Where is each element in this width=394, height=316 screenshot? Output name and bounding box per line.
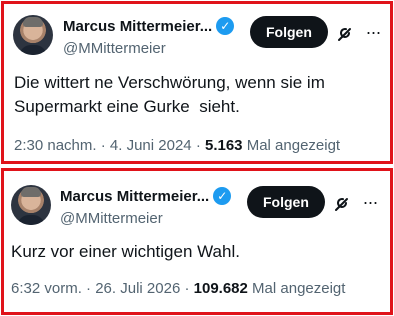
author-display-name[interactable]: Marcus Mittermeier...: [60, 188, 209, 205]
more-icon[interactable]: ···: [360, 192, 380, 212]
views-label: Mal angezeigt: [252, 280, 346, 297]
tweet-meta: 2:30 nachm. · 4. Juni 2024 · 5.163 Mal a…: [14, 137, 340, 154]
tweet-date[interactable]: 26. Juli 2026: [95, 280, 180, 297]
avatar[interactable]: [11, 185, 51, 225]
views-count[interactable]: 109.682: [194, 280, 248, 297]
meta-separator: ·: [100, 137, 106, 154]
grok-icon[interactable]: [333, 193, 353, 213]
meta-separator: ·: [86, 280, 92, 297]
tweet-date[interactable]: 4. Juni 2024: [110, 137, 192, 154]
verified-badge-icon: ✓: [216, 17, 235, 35]
views-label: Mal angezeigt: [246, 137, 341, 154]
author-name-row[interactable]: Marcus Mittermeier... ✓: [60, 187, 232, 205]
views-count[interactable]: 5.163: [205, 137, 243, 154]
follow-button[interactable]: Folgen: [247, 186, 325, 218]
author-handle[interactable]: @MMittermeier: [60, 210, 163, 227]
avatar[interactable]: [13, 15, 53, 55]
follow-button[interactable]: Folgen: [250, 16, 328, 48]
author-name-row[interactable]: Marcus Mittermeier... ✓: [63, 17, 235, 35]
verified-badge-icon: ✓: [213, 187, 232, 205]
tweet-card: Marcus Mittermeier... ✓ @MMittermeier Fo…: [1, 168, 393, 315]
tweet-meta: 6:32 vorm. · 26. Juli 2026 · 109.682 Mal…: [11, 280, 345, 297]
tweet-text: Kurz vor einer wichtigen Wahl.: [11, 242, 240, 261]
tweet-text: Die wittert ne Verschwörung, wenn sie im…: [14, 73, 330, 116]
more-icon[interactable]: ···: [363, 22, 383, 42]
tweet-card: Marcus Mittermeier... ✓ @MMittermeier Fo…: [1, 1, 393, 164]
tweet-time[interactable]: 6:32 vorm.: [11, 280, 82, 297]
meta-separator: ·: [195, 137, 201, 154]
author-display-name[interactable]: Marcus Mittermeier...: [63, 18, 212, 35]
meta-separator: ·: [184, 280, 190, 297]
author-handle[interactable]: @MMittermeier: [63, 40, 166, 57]
tweet-time[interactable]: 2:30 nachm.: [14, 137, 97, 154]
grok-icon[interactable]: [336, 23, 356, 43]
